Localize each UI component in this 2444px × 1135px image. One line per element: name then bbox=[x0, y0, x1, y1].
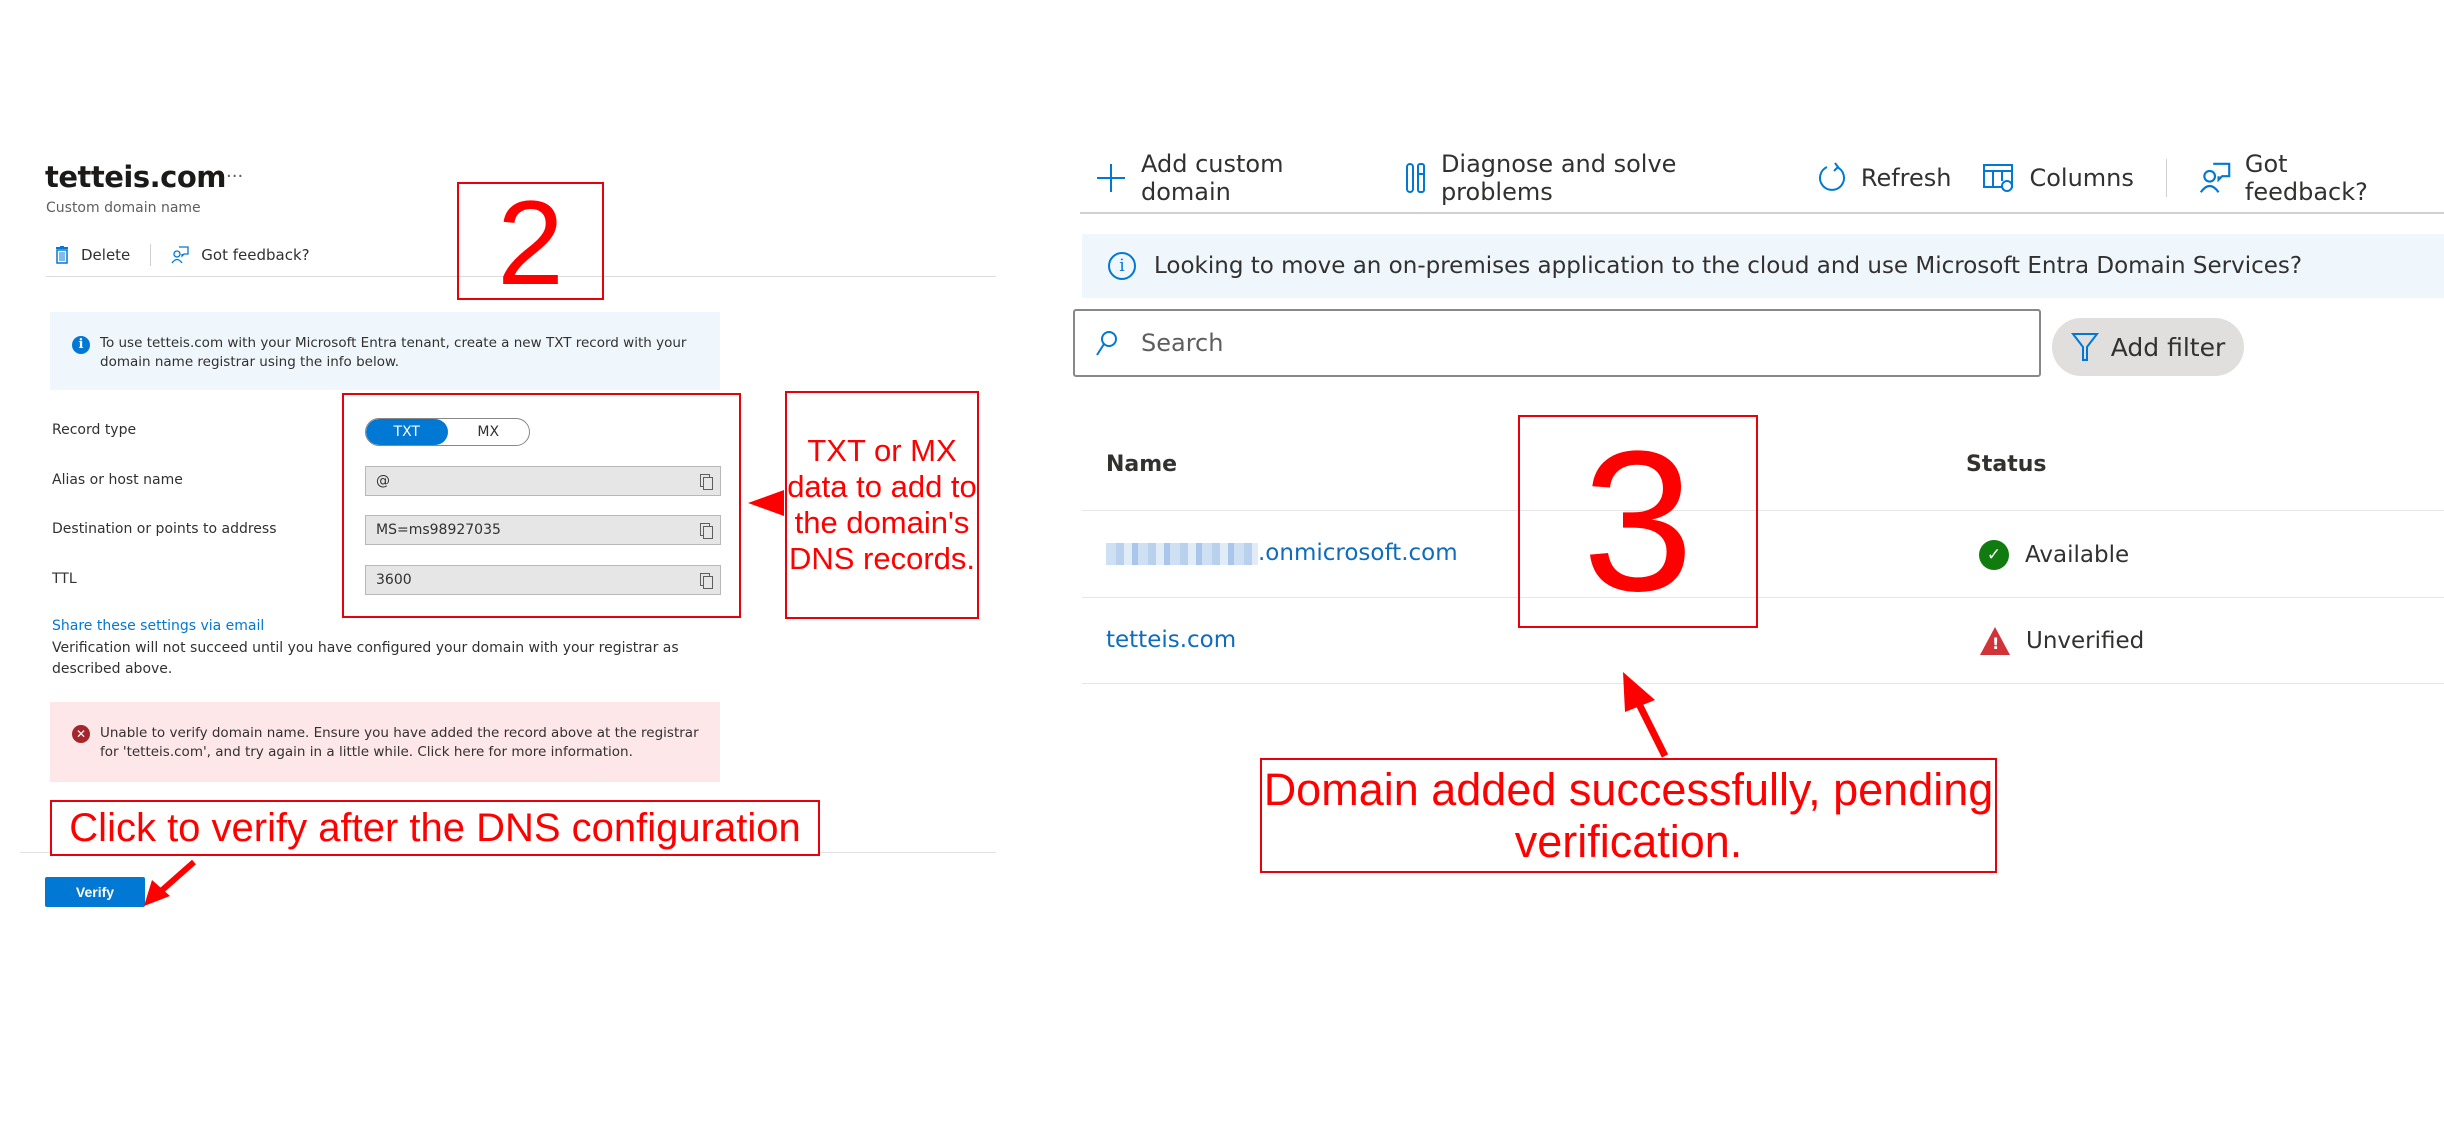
search-placeholder: Search bbox=[1141, 329, 1224, 357]
toolbar-separator bbox=[2165, 159, 2167, 197]
verification-note: Verification will not succeed until you … bbox=[52, 640, 679, 677]
add-filter-label: Add filter bbox=[2110, 332, 2226, 362]
dns-note-annotation: TXT or MX data to add to the domain's DN… bbox=[785, 391, 979, 619]
domain-suffix: .onmicrosoft.com bbox=[1258, 540, 1458, 566]
row-divider bbox=[1082, 683, 2444, 684]
verify-button[interactable]: Verify bbox=[45, 877, 145, 907]
error-message-text: Unable to verify domain name. Ensure you… bbox=[100, 725, 699, 760]
right-feedback-button[interactable]: Got feedback? bbox=[2199, 150, 2412, 206]
dns-fields-highlight bbox=[342, 393, 741, 618]
add-filter-button[interactable]: Add filter bbox=[2052, 318, 2244, 376]
domain-note-text: Domain added successfully, pending verif… bbox=[1263, 763, 1994, 867]
share-settings-link[interactable]: Share these settings via email bbox=[52, 618, 264, 634]
diagnose-button[interactable]: Diagnose and solve problems bbox=[1405, 150, 1785, 206]
domain-subtitle: Custom domain name bbox=[46, 200, 201, 216]
info-message-box: i To use tetteis.com with your Microsoft… bbox=[50, 312, 720, 390]
verify-note-text: Click to verify after the DNS configurat… bbox=[69, 805, 801, 850]
search-icon bbox=[1095, 329, 1119, 357]
right-feedback-label: Got feedback? bbox=[2244, 150, 2368, 206]
table-row: .onmicrosoft.com bbox=[1106, 540, 1458, 566]
columns-button[interactable]: Columns bbox=[1983, 163, 2134, 193]
verify-note-annotation: Click to verify after the DNS configurat… bbox=[50, 800, 820, 856]
tools-icon bbox=[1405, 162, 1427, 194]
info-icon: i bbox=[72, 336, 90, 354]
step-3-annotation: 3 bbox=[1518, 415, 1758, 628]
domain-name-link[interactable]: .onmicrosoft.com bbox=[1106, 540, 1458, 566]
feedback-label: Got feedback? bbox=[201, 246, 310, 264]
step-2-annotation: 2 bbox=[457, 176, 604, 310]
refresh-icon bbox=[1817, 162, 1847, 194]
toolbar-divider bbox=[1080, 212, 2444, 214]
arrow-to-verify-icon bbox=[142, 858, 202, 908]
domain-note-annotation: Domain added successfully, pending verif… bbox=[1260, 758, 1997, 873]
warning-icon: ! bbox=[1980, 627, 2010, 655]
domain-title: tetteis.com bbox=[45, 160, 226, 194]
domain-services-info-bar: i Looking to move an on-premises applica… bbox=[1082, 234, 2444, 298]
right-toolbar: Add custom domain Diagnose and solve pro… bbox=[1095, 150, 2444, 206]
info-icon: i bbox=[1108, 252, 1136, 280]
column-header-status[interactable]: Status bbox=[1966, 452, 2046, 477]
search-input[interactable]: Search bbox=[1073, 309, 2041, 377]
columns-icon bbox=[1983, 163, 2015, 193]
arrow-left-icon bbox=[746, 488, 786, 518]
arrow-up-icon bbox=[1615, 670, 1675, 760]
left-toolbar: Delete Got feedback? bbox=[55, 242, 310, 268]
status-label: Unverified bbox=[2026, 628, 2145, 654]
alias-label: Alias or host name bbox=[52, 472, 183, 488]
delete-button[interactable]: Delete bbox=[55, 246, 130, 264]
check-circle-icon: ✓ bbox=[1979, 540, 2009, 570]
toolbar-separator bbox=[150, 244, 152, 266]
refresh-label: Refresh bbox=[1860, 164, 1952, 192]
more-options-button[interactable]: ··· bbox=[226, 166, 243, 187]
domain-services-info-text[interactable]: Looking to move an on-premises applicati… bbox=[1154, 253, 2302, 279]
diagnose-label: Diagnose and solve problems bbox=[1440, 150, 1677, 206]
feedback-button[interactable]: Got feedback? bbox=[171, 246, 310, 264]
filter-icon bbox=[2070, 331, 2099, 363]
domain-name-link[interactable]: tetteis.com bbox=[1106, 627, 1236, 653]
feedback-icon bbox=[171, 246, 189, 264]
step-3-number: 3 bbox=[1582, 409, 1694, 633]
column-header-name[interactable]: Name bbox=[1106, 452, 1177, 477]
record-type-label: Record type bbox=[52, 422, 137, 438]
add-custom-domain-button[interactable]: Add custom domain bbox=[1095, 150, 1373, 206]
error-icon: ✕ bbox=[72, 725, 90, 743]
row-divider bbox=[1082, 597, 2444, 598]
status-badge: ✓ Available bbox=[1979, 540, 2129, 570]
table-row: tetteis.com bbox=[1106, 627, 1236, 653]
row-divider bbox=[1082, 510, 2444, 511]
destination-label: Destination or points to address bbox=[52, 521, 277, 537]
delete-label: Delete bbox=[81, 246, 131, 264]
step-2-number: 2 bbox=[497, 176, 564, 310]
plus-icon bbox=[1095, 162, 1127, 194]
redacted-tenant-name bbox=[1106, 542, 1258, 565]
error-message-box[interactable]: ✕ Unable to verify domain name. Ensure y… bbox=[50, 702, 720, 782]
trash-icon bbox=[55, 246, 69, 264]
ttl-label: TTL bbox=[52, 571, 77, 587]
dns-note-text: TXT or MX data to add to the domain's DN… bbox=[787, 433, 977, 576]
status-label: Available bbox=[2025, 542, 2130, 568]
status-badge: ! Unverified bbox=[1980, 627, 2144, 655]
columns-label: Columns bbox=[2029, 164, 2134, 192]
feedback-icon bbox=[2199, 162, 2231, 194]
info-message-text: To use tetteis.com with your Microsoft E… bbox=[100, 335, 687, 370]
add-custom-domain-label: Add custom domain bbox=[1141, 150, 1284, 206]
refresh-button[interactable]: Refresh bbox=[1817, 162, 1952, 194]
